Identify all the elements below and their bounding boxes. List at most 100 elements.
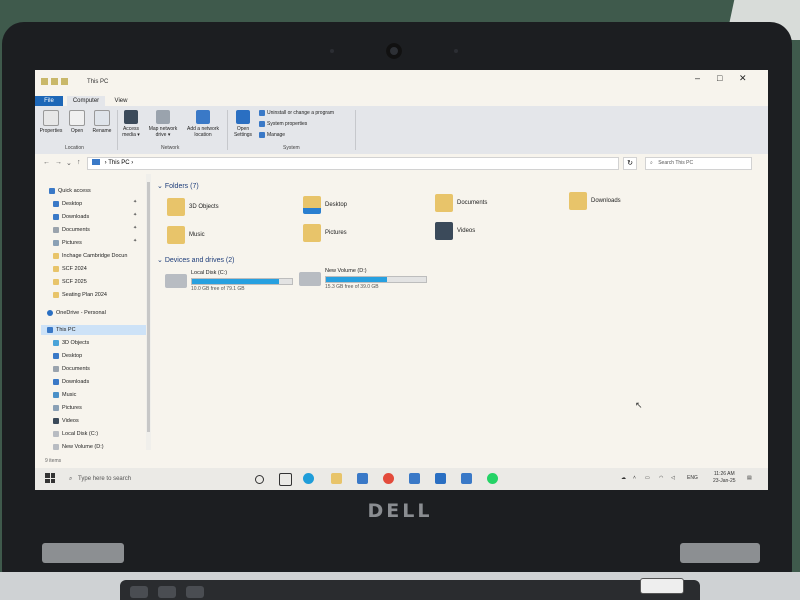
check-icon[interactable] <box>357 473 368 484</box>
add-network-location-button[interactable]: Add a network location <box>183 110 223 138</box>
nav-label: Downloads <box>62 379 90 385</box>
mail-icon[interactable] <box>435 473 446 484</box>
battery-icon[interactable]: ▭ <box>645 475 650 481</box>
nav-item-downloads[interactable]: Downloads <box>53 377 89 387</box>
folder-downloads[interactable]: Downloads <box>569 192 621 210</box>
edge-icon[interactable] <box>303 473 314 484</box>
nav-quick-access[interactable]: Quick access <box>49 186 91 196</box>
tab-computer[interactable]: Computer <box>67 96 105 106</box>
task-view-icon[interactable] <box>279 473 292 486</box>
store-icon[interactable] <box>409 473 420 484</box>
cortana-icon[interactable] <box>255 475 264 484</box>
photos-icon[interactable] <box>461 473 472 484</box>
laptop-logo: DELL <box>367 500 433 522</box>
search-box[interactable]: ⌕ Search This PC <box>645 157 752 170</box>
chrome-icon[interactable] <box>383 473 394 484</box>
nav-item-desktop[interactable]: Desktop <box>53 351 82 361</box>
chevron-up-icon[interactable]: ˄ <box>633 475 636 481</box>
notifications-icon[interactable]: ▤ <box>747 475 752 481</box>
open-settings-button[interactable]: Open Settings <box>231 110 255 138</box>
nav-label: Quick access <box>58 188 91 194</box>
drive-new-volume[interactable]: New Volume (D:) 15.3 GB free of 39.0 GB <box>299 268 439 294</box>
network-drive-icon <box>156 110 170 124</box>
forward-arrow-icon[interactable]: → <box>55 159 62 166</box>
volume-mute-key[interactable] <box>130 586 148 598</box>
section-label: Devices and drives (2) <box>164 257 235 264</box>
volume-up-key[interactable] <box>186 586 204 598</box>
pin-icon: ✦ <box>133 212 138 218</box>
volume-icon[interactable]: ◁ <box>671 475 675 481</box>
title-bar: This PC – □ ✕ <box>35 70 768 96</box>
nav-item-folder[interactable]: Seating Plan 2024 <box>53 290 107 300</box>
manage-button[interactable]: Manage <box>259 132 285 138</box>
nav-item-folder[interactable]: Inchage Cambridge Docun <box>53 251 127 261</box>
power-button[interactable] <box>640 578 684 594</box>
system-properties-button[interactable]: System properties <box>259 121 307 127</box>
back-arrow-icon[interactable]: ← <box>43 159 50 166</box>
open-button[interactable]: Open <box>67 110 87 134</box>
close-button[interactable]: ✕ <box>739 73 747 84</box>
uninstall-program-button[interactable]: Uninstall or change a program <box>259 110 334 116</box>
dropdown-icon[interactable] <box>61 78 68 85</box>
nav-item-folder[interactable]: SCF 2024 <box>53 264 87 274</box>
cloud-icon[interactable]: ☁ <box>621 475 626 481</box>
cube-icon <box>167 198 185 216</box>
nav-this-pc[interactable]: This PC <box>41 325 151 335</box>
tab-file[interactable]: File <box>35 96 63 106</box>
nav-item-pictures[interactable]: Pictures <box>53 238 82 248</box>
properties-icon[interactable] <box>41 78 48 85</box>
nav-item-desktop[interactable]: Desktop <box>53 199 82 209</box>
folder-desktop[interactable]: Desktop <box>303 196 347 214</box>
clock[interactable]: 11:26 AM 23-Jan-25 <box>713 471 736 485</box>
tab-view[interactable]: View <box>109 96 133 106</box>
desktop-icon <box>303 196 321 214</box>
whatsapp-icon[interactable] <box>487 473 498 484</box>
minimize-button[interactable]: – <box>695 73 700 83</box>
nav-item-documents[interactable]: Documents <box>53 364 90 374</box>
language-indicator[interactable]: ENG <box>687 475 698 481</box>
folder-pictures[interactable]: Pictures <box>303 224 347 242</box>
new-folder-icon[interactable] <box>51 78 58 85</box>
recent-locations-icon[interactable]: ⌄ <box>66 159 72 167</box>
navigation-pane: Quick access Desktop ✦ Downloads ✦ Docum… <box>35 174 151 454</box>
nav-item-downloads[interactable]: Downloads <box>53 212 89 222</box>
nav-item-videos[interactable]: Videos <box>53 416 79 426</box>
breadcrumb-this-pc[interactable]: This PC <box>108 160 129 166</box>
drive-usage-fill <box>192 279 279 284</box>
nav-onedrive[interactable]: OneDrive - Personal <box>47 308 106 318</box>
drives-section-header[interactable]: ⌄ Devices and drives (2) <box>157 256 234 264</box>
nav-scrollbar-thumb[interactable] <box>147 182 150 432</box>
nav-label: OneDrive - Personal <box>56 310 106 316</box>
manage-label: Manage <box>267 132 286 138</box>
access-media-button[interactable]: Access media ▾ <box>119 110 143 138</box>
properties-button[interactable]: Properties <box>39 110 63 134</box>
folder-videos[interactable]: Videos <box>435 222 475 240</box>
volume-down-key[interactable] <box>158 586 176 598</box>
wifi-icon[interactable]: ◠ <box>659 475 663 481</box>
map-network-drive-button[interactable]: Map network drive ▾ <box>145 110 181 138</box>
nav-item-folder[interactable]: SCF 2025 <box>53 277 87 287</box>
drive-local-disk[interactable]: Local Disk (C:) 10.0 GB free of 79.1 GB <box>165 270 305 296</box>
nav-item-new-volume[interactable]: New Volume (D:) <box>53 442 104 452</box>
nav-item-3d-objects[interactable]: 3D Objects <box>53 338 89 348</box>
file-explorer-icon[interactable] <box>331 473 342 484</box>
rename-icon <box>94 110 110 126</box>
documents-icon <box>53 366 59 372</box>
nav-item-music[interactable]: Music <box>53 390 76 400</box>
nav-item-documents[interactable]: Documents <box>53 225 90 235</box>
folder-documents[interactable]: Documents <box>435 194 487 212</box>
maximize-button[interactable]: □ <box>717 73 722 83</box>
folder-3d-objects[interactable]: 3D Objects <box>167 198 219 216</box>
folders-section-header[interactable]: ⌄ Folders (7) <box>157 182 199 190</box>
system-properties-label: System properties <box>267 121 308 127</box>
taskbar-search[interactable]: ⌕ Type here to search <box>63 472 233 486</box>
nav-item-pictures[interactable]: Pictures <box>53 403 82 413</box>
nav-item-local-disk[interactable]: Local Disk (C:) <box>53 429 98 439</box>
address-bar[interactable]: › This PC › <box>87 157 619 170</box>
up-arrow-icon[interactable]: ↑ <box>77 159 81 166</box>
folder-music[interactable]: Music <box>167 226 205 244</box>
refresh-icon[interactable]: ↻ <box>623 157 637 170</box>
star-icon <box>49 188 55 194</box>
rename-button[interactable]: Rename <box>91 110 113 134</box>
windows-start-icon[interactable] <box>45 473 55 483</box>
